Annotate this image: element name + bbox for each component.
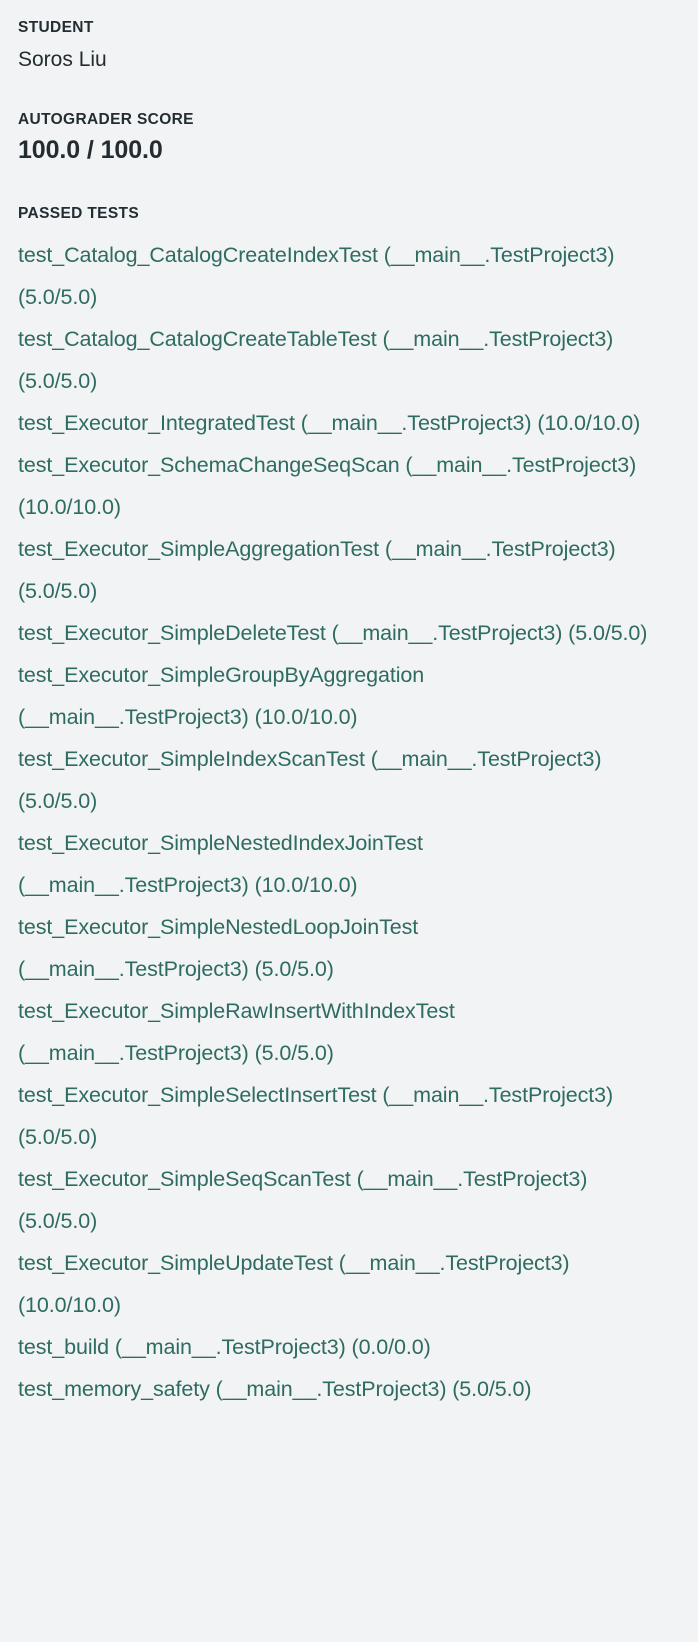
list-item: test_Executor_IntegratedTest (__main__.T… bbox=[18, 410, 641, 435]
autograder-score-label: AUTOGRADER SCORE bbox=[18, 110, 194, 128]
student-name: Soros Liu bbox=[18, 48, 107, 72]
passed-tests-label: PASSED TESTS bbox=[18, 205, 140, 223]
list-item: test_Executor_SimpleGroupByAggregation (… bbox=[18, 662, 425, 729]
list-item: test_memory_safety (__main__.TestProject… bbox=[18, 1376, 532, 1401]
student-section: STUDENT Soros Liu bbox=[18, 18, 680, 74]
list-item: test_Executor_SimpleUpdateTest (__main__… bbox=[18, 1250, 570, 1317]
passed-tests-list: test_Catalog_CatalogCreateIndexTest (__m… bbox=[18, 234, 650, 1410]
student-label: STUDENT bbox=[18, 19, 94, 36]
list-item: test_Catalog_CatalogCreateTableTest (__m… bbox=[18, 326, 614, 393]
list-item: test_Catalog_CatalogCreateIndexTest (__m… bbox=[18, 242, 615, 309]
passed-tests-section: PASSED TESTS test_Catalog_CatalogCreateI… bbox=[18, 204, 680, 1409]
list-item: test_Executor_SimpleAggregationTest (__m… bbox=[18, 536, 616, 603]
autograder-score-section: AUTOGRADER SCORE 100.0 / 100.0 bbox=[18, 110, 680, 167]
list-item: test_Executor_SimpleIndexScanTest (__mai… bbox=[18, 746, 602, 813]
list-item: test_Executor_SimpleRawInsertWithIndexTe… bbox=[18, 998, 455, 1065]
list-item: test_Executor_SchemaChangeSeqScan (__mai… bbox=[18, 452, 637, 519]
list-item: test_Executor_SimpleSeqScanTest (__main_… bbox=[18, 1166, 588, 1233]
list-item: test_build (__main__.TestProject3) (0.0/… bbox=[18, 1334, 431, 1359]
list-item: test_Executor_SimpleSelectInsertTest (__… bbox=[18, 1082, 614, 1149]
list-item: test_Executor_SimpleNestedLoopJoinTest (… bbox=[18, 914, 419, 981]
autograder-score-value: 100.0 / 100.0 bbox=[18, 136, 163, 165]
list-item: test_Executor_SimpleNestedIndexJoinTest … bbox=[18, 830, 423, 897]
list-item: test_Executor_SimpleDeleteTest (__main__… bbox=[18, 620, 648, 645]
autograder-results-panel: STUDENT Soros Liu AUTOGRADER SCORE 100.0… bbox=[0, 0, 698, 1410]
